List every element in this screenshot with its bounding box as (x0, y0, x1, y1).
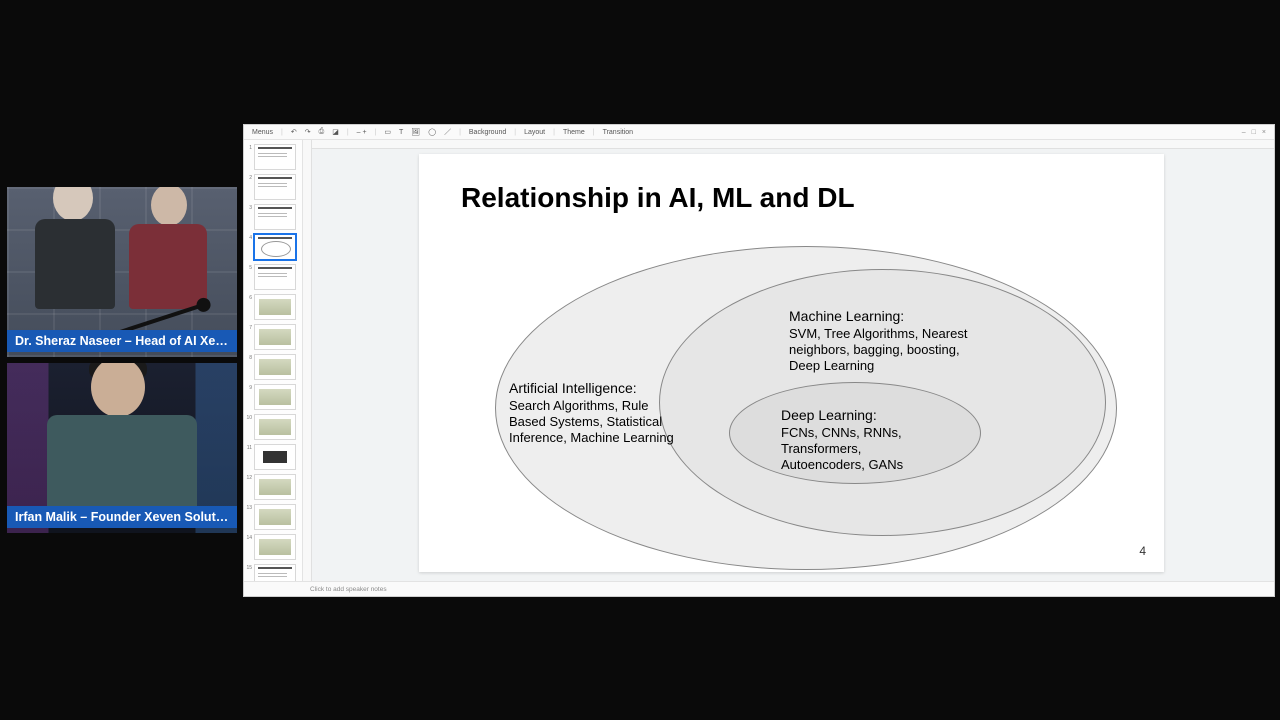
slide-thumbnail-preview[interactable] (254, 234, 296, 260)
redo-button[interactable]: ↷ (305, 128, 311, 136)
slide-thumbnail-number: 1 (246, 144, 252, 151)
slide-thumbnail[interactable]: 11 (246, 444, 302, 470)
slide-thumbnail-preview[interactable] (254, 204, 296, 230)
slide-thumbnail[interactable]: 13 (246, 504, 302, 530)
person-silhouette (129, 222, 207, 337)
slide-thumbnail[interactable]: 6 (246, 294, 302, 320)
slide-title[interactable]: Relationship in AI, ML and DL (461, 182, 855, 214)
horizontal-ruler (303, 140, 1274, 149)
slide-thumbnail-number: 2 (246, 174, 252, 181)
slide-thumbnail-preview[interactable] (254, 414, 296, 440)
slide-thumbnail-number: 12 (246, 474, 252, 481)
toolbar: Menus | ↶ ↷ ⎙ ◪ | – + | ▭ T 🖼 ◯ ／ | Back… (244, 125, 1274, 140)
slide-thumbnail-number: 4 (246, 234, 252, 241)
vertical-ruler (303, 140, 312, 581)
slide-thumbnail-preview[interactable] (254, 504, 296, 530)
venn-body-dl: FCNs, CNNs, RNNs, Transformers, Autoenco… (781, 425, 903, 473)
slide-thumbnail[interactable]: 1 (246, 144, 302, 170)
slide-thumbnail[interactable]: 3 (246, 204, 302, 230)
venn-heading-ai: Artificial Intelligence: (509, 380, 637, 396)
webcam-tile-1: Dr. Sheraz Naseer – Head of AI Xeven (7, 187, 237, 357)
venn-label-ml[interactable]: Machine Learning: SVM, Tree Algorithms, … (789, 308, 969, 374)
slide-thumbnail-number: 13 (246, 504, 252, 511)
slide-thumbnail-number: 6 (246, 294, 252, 301)
zoom-control[interactable]: – + (357, 129, 367, 136)
venn-label-ai[interactable]: Artificial Intelligence: Search Algorith… (509, 380, 674, 446)
current-slide[interactable]: Relationship in AI, ML and DL Artificial… (419, 154, 1164, 572)
slide-thumbnail[interactable]: 5 (246, 264, 302, 290)
venn-body-ai: Search Algorithms, Rule Based Systems, S… (509, 398, 674, 446)
speaker-notes-placeholder[interactable]: Click to add speaker notes (244, 581, 1274, 596)
line-tool[interactable]: ／ (444, 127, 451, 137)
slide-thumbnail-preview[interactable] (254, 264, 296, 290)
slide-thumbnail-preview[interactable] (254, 474, 296, 500)
textbox-tool[interactable]: T (399, 129, 403, 136)
slide-thumbnail[interactable]: 4 (246, 234, 302, 260)
print-button[interactable]: ⎙ (319, 128, 325, 136)
slide-thumbnail-preview[interactable] (254, 354, 296, 380)
insert-image-button[interactable]: 🖼 (411, 128, 420, 136)
venn-heading-ml: Machine Learning: (789, 308, 904, 324)
webcam-caption: Irfan Malik – Founder Xeven Solutio... (7, 506, 237, 528)
slide-thumbnail[interactable]: 8 (246, 354, 302, 380)
webcam-caption: Dr. Sheraz Naseer – Head of AI Xeven (7, 330, 237, 352)
slide-number: 4 (1139, 544, 1146, 558)
slide-thumbnail-number: 14 (246, 534, 252, 541)
venn-label-dl[interactable]: Deep Learning: FCNs, CNNs, RNNs, Transfo… (781, 407, 931, 473)
slide-thumbnail-number: 3 (246, 204, 252, 211)
theme-button[interactable]: Theme (563, 129, 585, 136)
slides-app-window: Menus | ↶ ↷ ⎙ ◪ | – + | ▭ T 🖼 ◯ ／ | Back… (244, 125, 1274, 596)
undo-button[interactable]: ↶ (291, 128, 297, 136)
venn-heading-dl: Deep Learning: (781, 407, 877, 423)
select-tool[interactable]: ▭ (384, 128, 391, 136)
person-silhouette (35, 217, 115, 337)
slide-thumbnail-strip[interactable]: 123456789101112131415161718 (244, 140, 303, 581)
slide-thumbnail-preview[interactable] (254, 294, 296, 320)
venn-body-ml: SVM, Tree Algorithms, Nearest neighbors,… (789, 326, 967, 374)
slide-thumbnail-number: 5 (246, 264, 252, 271)
slide-thumbnail[interactable]: 2 (246, 174, 302, 200)
slide-thumbnail-number: 7 (246, 324, 252, 331)
slide-thumbnail-preview[interactable] (254, 324, 296, 350)
window-maximize-button[interactable]: □ (1252, 129, 1256, 136)
webcam-panel: Dr. Sheraz Naseer – Head of AI Xeven Irf… (7, 187, 237, 539)
slide-thumbnail-preview[interactable] (254, 564, 296, 581)
layout-button[interactable]: Layout (524, 129, 545, 136)
shape-tool[interactable]: ◯ (428, 128, 436, 136)
slide-thumbnail[interactable]: 10 (246, 414, 302, 440)
window-close-button[interactable]: × (1262, 129, 1266, 136)
window-minimize-button[interactable]: – (1242, 129, 1246, 136)
slide-thumbnail-number: 11 (246, 444, 252, 451)
slide-thumbnail-number: 9 (246, 384, 252, 391)
slide-thumbnail[interactable]: 7 (246, 324, 302, 350)
background-button[interactable]: Background (469, 129, 506, 136)
transition-button[interactable]: Transition (603, 129, 633, 136)
slide-thumbnail-preview[interactable] (254, 144, 296, 170)
slide-thumbnail-preview[interactable] (254, 174, 296, 200)
slide-thumbnail[interactable]: 12 (246, 474, 302, 500)
slide-thumbnail[interactable]: 15 (246, 564, 302, 581)
slide-thumbnail-preview[interactable] (254, 384, 296, 410)
slide-thumbnail-preview[interactable] (254, 444, 296, 470)
slide-thumbnail[interactable]: 9 (246, 384, 302, 410)
slide-thumbnail[interactable]: 14 (246, 534, 302, 560)
paint-format-button[interactable]: ◪ (332, 128, 339, 136)
slide-thumbnail-number: 10 (246, 414, 252, 421)
slide-canvas[interactable]: Relationship in AI, ML and DL Artificial… (303, 140, 1274, 581)
slide-thumbnail-preview[interactable] (254, 534, 296, 560)
slide-thumbnail-number: 8 (246, 354, 252, 361)
slide-thumbnail-number: 15 (246, 564, 252, 571)
menus-dropdown[interactable]: Menus (252, 129, 273, 136)
webcam-tile-2: Irfan Malik – Founder Xeven Solutio... (7, 363, 237, 533)
